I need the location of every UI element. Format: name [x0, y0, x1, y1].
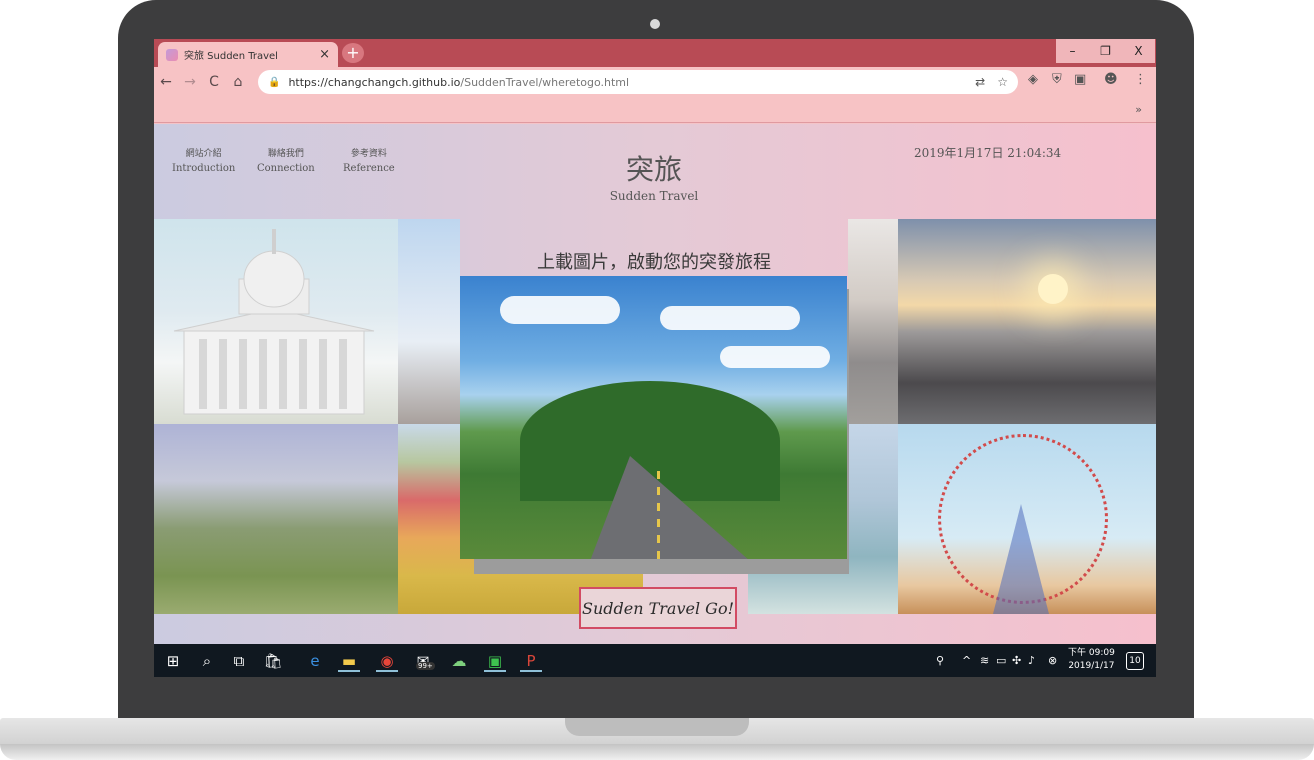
extension-icon-2[interactable]: ▣ [1074, 72, 1086, 87]
clock-date: 2019/1/17 [1068, 661, 1115, 671]
site-logo-subtitle: Sudden Travel [609, 189, 699, 203]
wifi-icon[interactable]: ≋ [980, 654, 989, 667]
tab-bar: 突旅 Sudden Travel × + – ❐ X [154, 39, 1156, 67]
road-graphic [590, 456, 750, 559]
menu-icon[interactable]: ⋮ [1134, 72, 1147, 87]
sun-graphic [1038, 274, 1068, 304]
nav-label-en: Introduction [172, 163, 236, 174]
task-view-icon[interactable]: ⧉ [228, 650, 250, 672]
page-headline: 上載圖片，啟動您的突發旅程 [537, 252, 771, 273]
nav-introduction[interactable]: 網站介紹 Introduction [172, 146, 235, 174]
screen: 突旅 Sudden Travel × + – ❐ X ← → C ⌂ 🔒 htt… [154, 39, 1156, 677]
favicon-icon [166, 48, 178, 61]
tab-close-icon[interactable]: × [319, 47, 330, 62]
file-explorer-icon[interactable]: ▬ [338, 650, 360, 672]
reload-button[interactable]: C [202, 74, 226, 90]
nav-label-cn: 聯絡我們 [267, 149, 304, 159]
nav-label-cn: 網站介紹 [185, 149, 222, 159]
road-line-graphic [657, 471, 660, 559]
translate-icon[interactable]: ⇄ [975, 75, 985, 89]
store-icon[interactable]: 🛍 [262, 650, 284, 672]
system-clock[interactable]: 下午 09:09 2019/1/17 [1068, 647, 1115, 673]
wechat-icon[interactable]: ☁ [448, 650, 470, 672]
shield-icon[interactable]: ⛨ [1052, 72, 1062, 87]
start-icon[interactable]: ⊞ [162, 650, 184, 672]
home-button[interactable]: ⌂ [226, 74, 250, 90]
extension-icon[interactable]: ◈ [1028, 72, 1038, 87]
cloud-graphic [660, 306, 800, 330]
battery-icon[interactable]: ▭ [996, 654, 1006, 667]
sudden-travel-go-button[interactable]: Sudden Travel Go! [579, 587, 737, 629]
close-window-button[interactable]: X [1122, 39, 1155, 63]
mail-badge: 99+ [416, 662, 435, 670]
search-icon[interactable]: ⌕ [196, 650, 218, 672]
cloud-graphic [500, 296, 620, 324]
laptop-foot [0, 744, 1314, 760]
web-page: 網站介紹 Introduction 聯絡我們 Connection 參考資料 R… [154, 124, 1156, 644]
minimize-button[interactable]: – [1056, 39, 1089, 63]
powerpoint-icon[interactable]: P [520, 650, 542, 672]
bookmarks-bar: » [154, 97, 1156, 123]
new-tab-button[interactable]: + [342, 43, 364, 63]
profile-icon[interactable]: ☻ [1104, 72, 1118, 87]
taskbar: ⊞ ⌕ ⧉ 🛍 e ▬ ◉ ✉ 99+ ☁ ▣ P ⚲ ^ ≋ ▭ ✣ ♪ ⊗ … [154, 644, 1156, 677]
photo-ferris-wheel [898, 424, 1156, 614]
nav-label-en: Connection [257, 163, 315, 174]
dropbox-icon[interactable]: ✣ [1012, 654, 1021, 667]
people-icon[interactable]: ⚲ [936, 654, 944, 667]
museum-illustration [173, 229, 375, 415]
ferris-tower-graphic [993, 504, 1049, 614]
maximize-button[interactable]: ❐ [1089, 39, 1122, 63]
laptop-notch [565, 718, 749, 736]
nav-connection[interactable]: 聯絡我們 Connection [257, 146, 315, 174]
chrome-icon[interactable]: ◉ [376, 650, 398, 672]
status-x-icon[interactable]: ⊗ [1048, 654, 1057, 667]
current-datetime: 2019年1月17日 21:04:34 [914, 146, 1062, 160]
nav-label-cn: 參考資料 [350, 149, 387, 159]
site-header: 網站介紹 Introduction 聯絡我們 Connection 參考資料 R… [154, 124, 1156, 219]
url-host: https://changchangch.github.io [288, 75, 461, 89]
back-button[interactable]: ← [154, 74, 178, 90]
clock-time: 下午 09:09 [1068, 648, 1115, 658]
nav-label-en: Reference [343, 163, 395, 174]
featured-photo-road[interactable] [460, 276, 847, 559]
edge-icon[interactable]: e [304, 650, 326, 672]
volume-icon[interactable]: ♪ [1028, 654, 1035, 667]
forward-button[interactable]: → [178, 74, 202, 90]
photo-museum [154, 219, 398, 424]
address-bar[interactable]: 🔒 https://changchangch.github.io/SuddenT… [258, 70, 1018, 94]
bookmark-star-icon[interactable]: ☆ [997, 75, 1008, 89]
photo-sunset-coast [898, 219, 1156, 424]
browser-tab[interactable]: 突旅 Sudden Travel × [158, 42, 338, 67]
tray-overflow-icon[interactable]: ^ [962, 654, 971, 667]
bookmarks-overflow-icon[interactable]: » [1135, 103, 1142, 116]
nav-reference[interactable]: 參考資料 Reference [343, 146, 395, 174]
site-logo[interactable]: 突旅 [624, 148, 684, 188]
lock-icon: 🔒 [268, 76, 281, 88]
browser-toolbar: ← → C ⌂ 🔒 https://changchangch.github.io… [154, 67, 1156, 97]
webcam [650, 19, 660, 29]
photo-castle [398, 219, 460, 424]
photo-railway [848, 219, 898, 424]
url-path: /SuddenTravel/wheretogo.html [460, 75, 630, 89]
tab-title: 突旅 Sudden Travel [184, 51, 278, 62]
cloud-graphic [720, 346, 830, 368]
notification-center-icon[interactable]: 10 [1126, 652, 1144, 670]
line-icon[interactable]: ▣ [484, 650, 506, 672]
photo-mountain [154, 424, 398, 614]
